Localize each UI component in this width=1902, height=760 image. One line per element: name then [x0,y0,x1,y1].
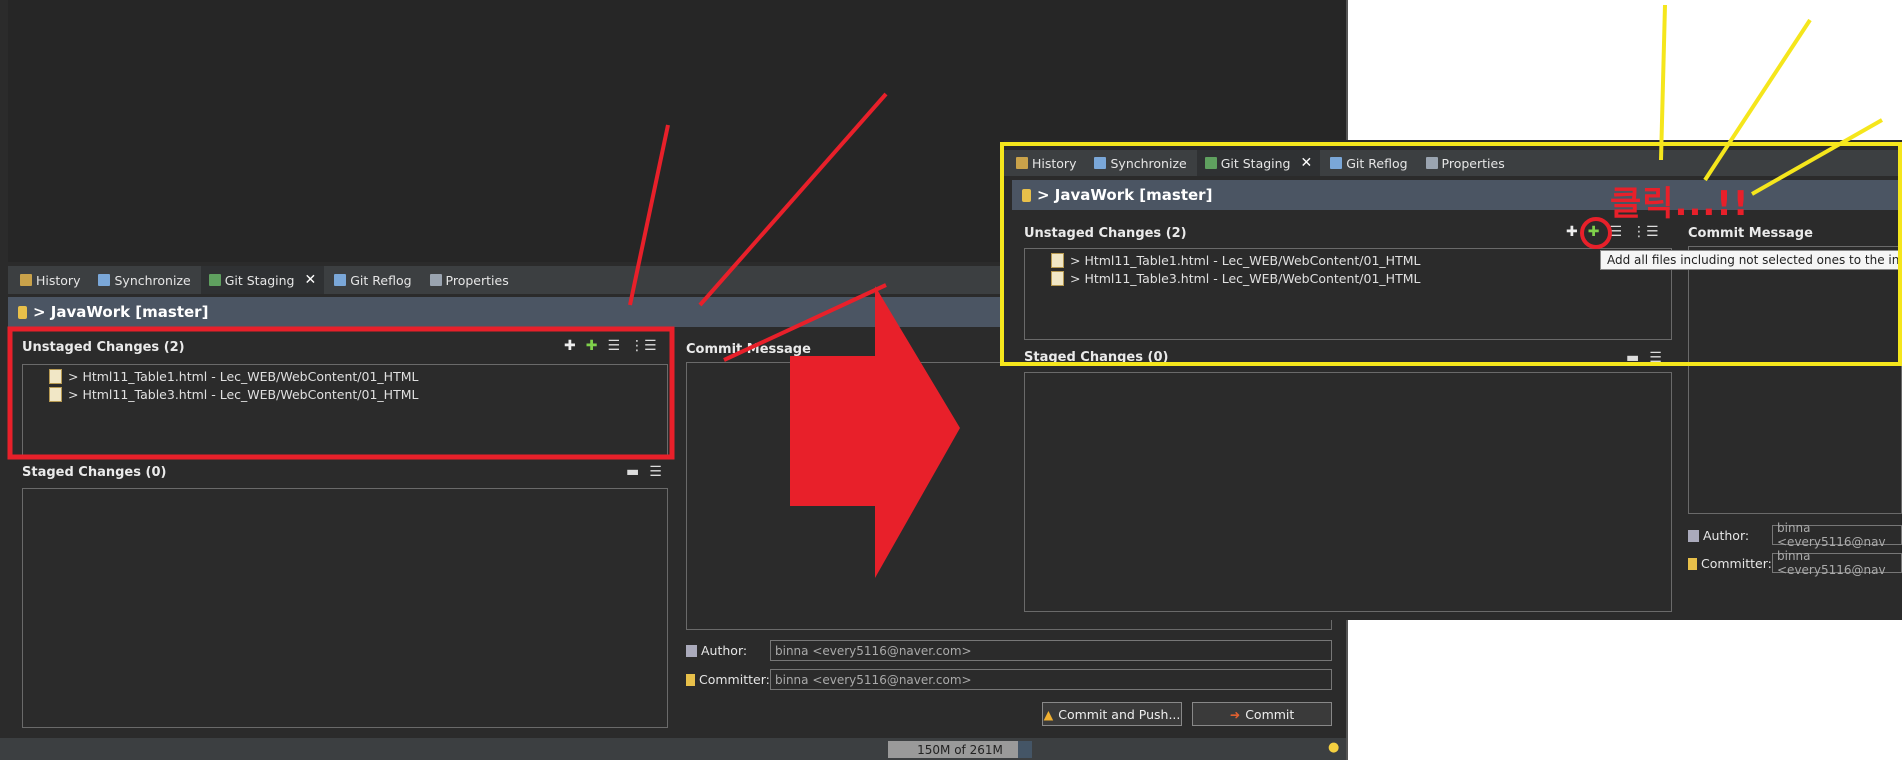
highlight-rectangle-yellow [1000,142,1902,366]
big-right-arrow [790,286,960,578]
click-annotation-text: 클릭...!! [1610,184,1750,224]
highlight-rectangle [7,326,675,460]
highlight-circle [1580,217,1612,249]
emphasis-line [628,124,670,306]
annotation-layer [7,4,1902,578]
emphasis-line-yellow [1703,18,1812,182]
emphasis-line [698,92,888,307]
emphasis-line-yellow [1659,4,1667,161]
emphasis-line-yellow [1751,118,1883,196]
emphasis-line [723,283,887,362]
